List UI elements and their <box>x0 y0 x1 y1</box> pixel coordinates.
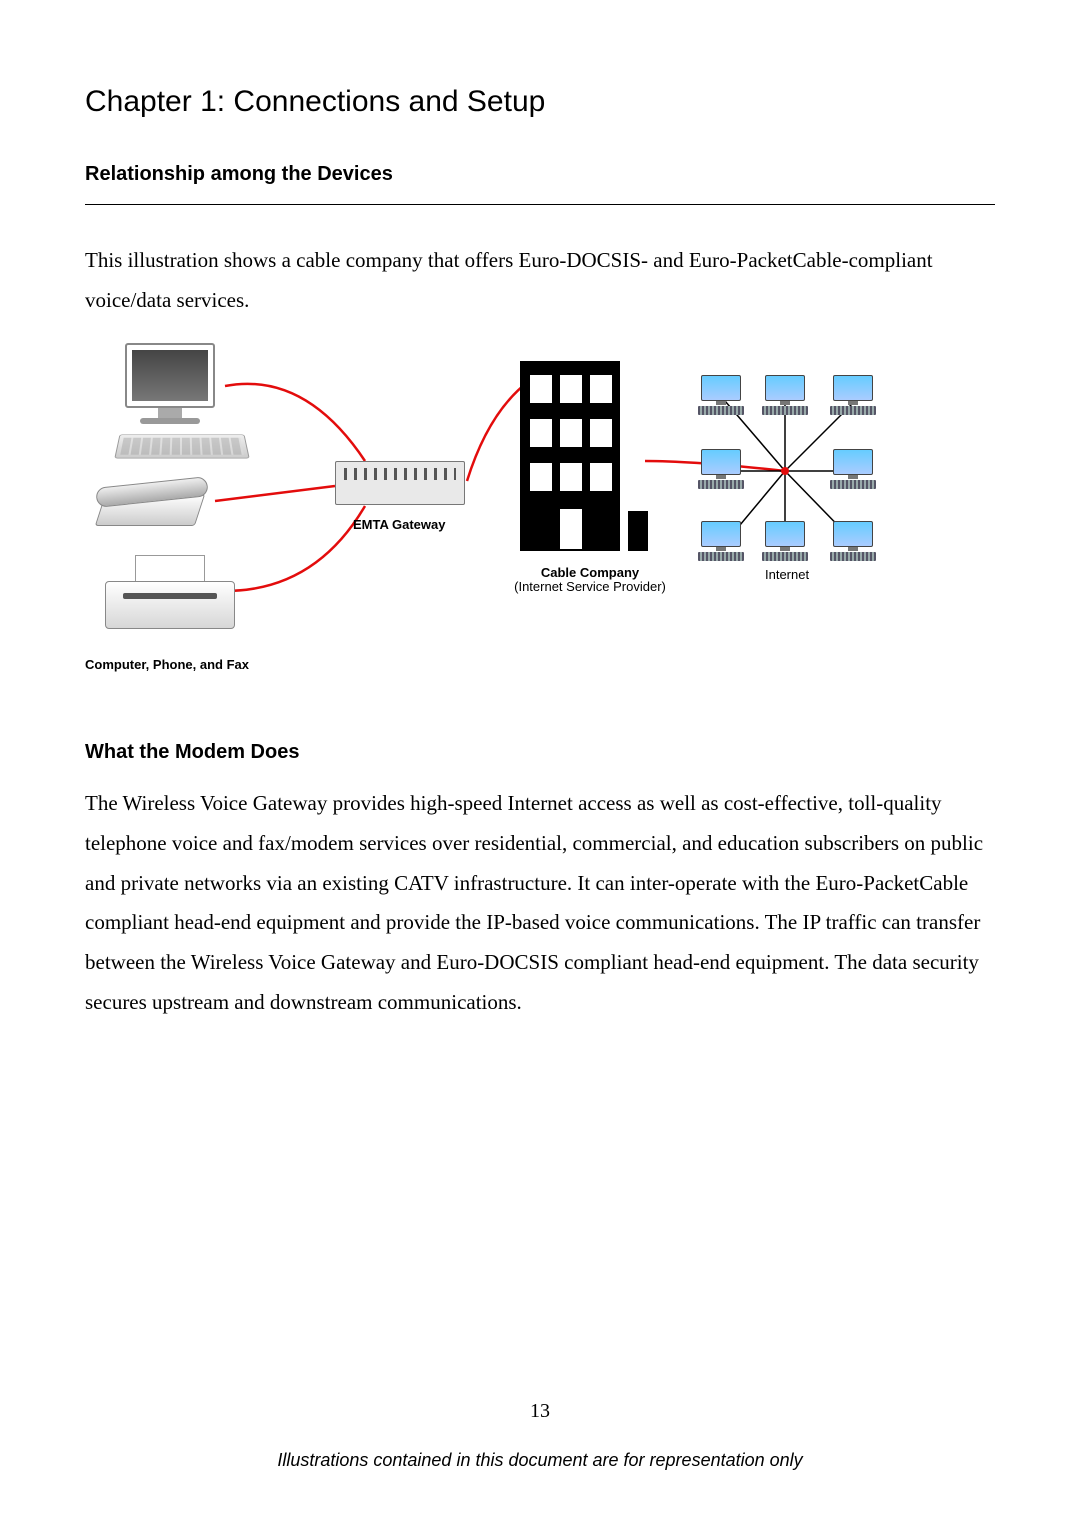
monitor-icon <box>125 343 215 424</box>
emta-label: EMTA Gateway <box>353 517 445 532</box>
intro-paragraph: This illustration shows a cable company … <box>85 241 995 321</box>
keyboard-icon <box>114 434 249 458</box>
internet-label: Internet <box>765 567 809 582</box>
left-stack-caption: Computer, Phone, and Fax <box>85 657 249 672</box>
building-label-2: (Internet Service Provider) <box>485 579 695 594</box>
network-diagram: Computer, Phone, and Fax EMTA Gateway Ca… <box>85 331 905 711</box>
section-heading-modem: What the Modem Does <box>85 741 995 764</box>
emta-gateway-icon <box>335 461 465 505</box>
modem-paragraph: The Wireless Voice Gateway provides high… <box>85 784 995 1023</box>
page-number: 13 <box>0 1400 1080 1423</box>
building-label-1: Cable Company <box>500 565 680 580</box>
chapter-title: Chapter 1: Connections and Setup <box>85 85 995 119</box>
building-icon <box>520 361 620 551</box>
section-heading-relationship: Relationship among the Devices <box>85 163 995 194</box>
internet-grid <box>685 371 895 571</box>
printer-icon <box>105 551 235 641</box>
footer-note: Illustrations contained in this document… <box>0 1450 1080 1471</box>
phone-icon <box>100 476 215 531</box>
section-rule <box>85 204 995 205</box>
